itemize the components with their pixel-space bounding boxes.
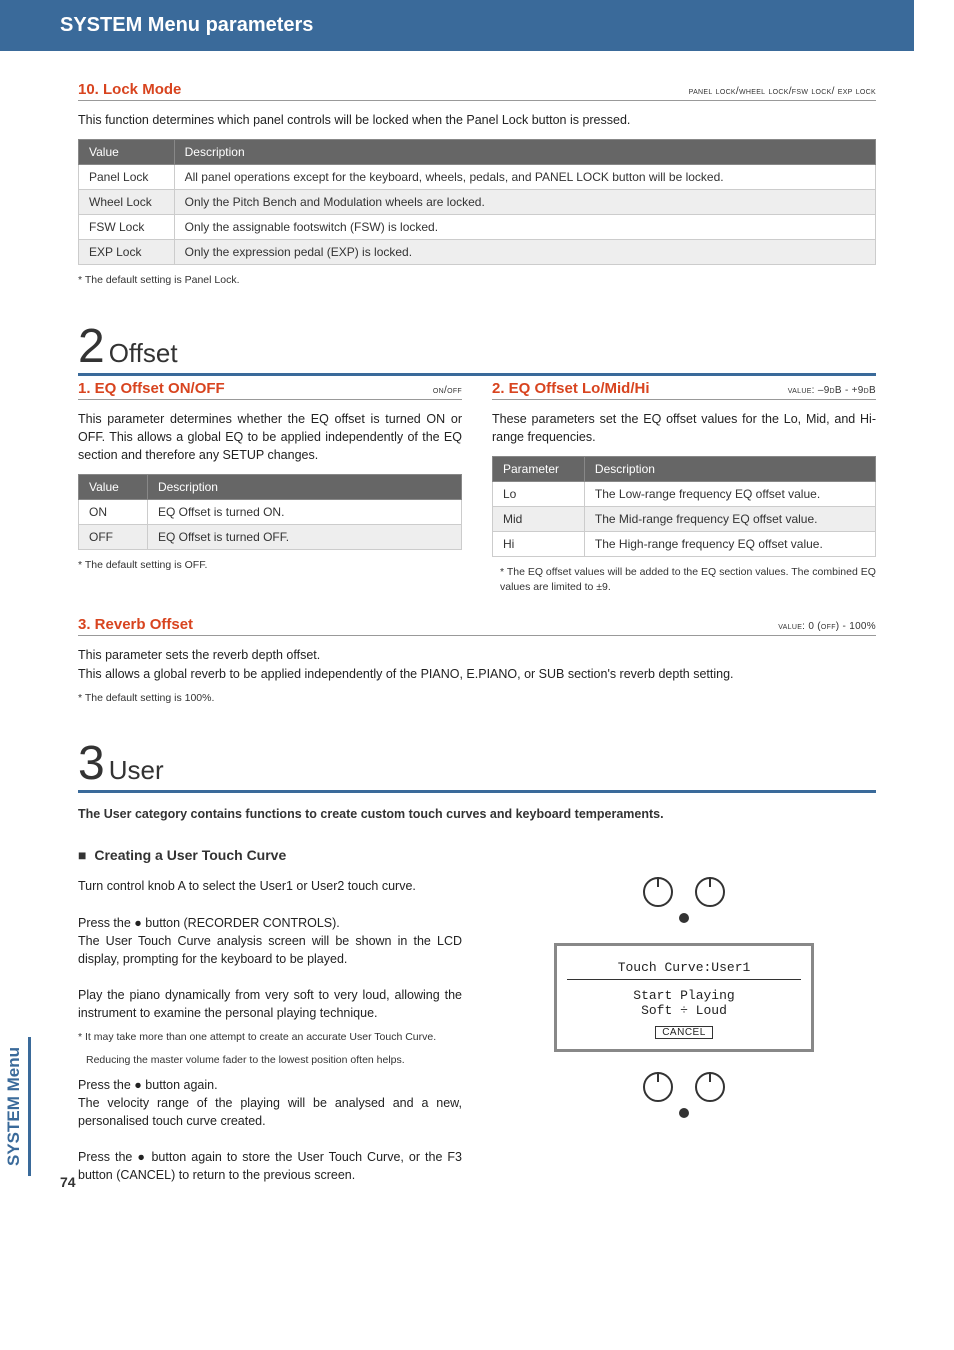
lock-mode-table: Value Description Panel LockAll panel op…: [78, 139, 876, 265]
section-3-title: User: [109, 755, 164, 790]
page-header: SYSTEM Menu parameters: [0, 0, 914, 51]
param-10-range: panel lock/wheel lock/fsw lock/ exp lock: [689, 86, 876, 97]
param-2-1-range: on/off: [433, 385, 462, 396]
th-desc: Description: [174, 140, 875, 165]
table-row: OFFEQ Offset is turned OFF.: [79, 525, 462, 550]
side-tab: SYSTEM Menu: [0, 1037, 31, 1176]
param-10-footnote: * The default setting is Panel Lock.: [78, 273, 876, 288]
lcd-line2: Start Playing: [567, 988, 801, 1003]
th-desc: Description: [584, 457, 875, 482]
step-g: Press the ● button again to store the Us…: [78, 1148, 462, 1184]
knob-rec-group-1: [643, 877, 725, 923]
eq-onoff-table: Value Description ONEQ Offset is turned …: [78, 474, 462, 550]
table-row: Panel LockAll panel operations except fo…: [79, 165, 876, 190]
table-row: EXP LockOnly the expression pedal (EXP) …: [79, 240, 876, 265]
param-2-2-title: 2. EQ Offset Lo/Mid/Hi: [492, 380, 650, 397]
th-value: Value: [79, 140, 175, 165]
user-touch-subhead: Creating a User Touch Curve: [78, 847, 876, 863]
table-row: LoThe Low-range frequency EQ offset valu…: [493, 482, 876, 507]
section-2-title: Offset: [109, 338, 178, 373]
step-e: Press the ● button again.: [78, 1076, 462, 1094]
param-2-3-body1: This parameter sets the reverb depth off…: [78, 646, 876, 664]
th-desc: Description: [147, 475, 461, 500]
step-a: Turn control knob A to select the User1 …: [78, 877, 462, 895]
param-2-3-head: 3. Reverb Offset value: 0 (off) - 100%: [78, 616, 876, 636]
lcd-line3: Soft ÷ Loud: [567, 1003, 801, 1018]
section-3-header: 3 User: [78, 740, 876, 793]
param-2-3-title: 3. Reverb Offset: [78, 616, 193, 633]
param-2-1-title: 1. EQ Offset ON/OFF: [78, 380, 225, 397]
table-row: MidThe Mid-range frequency EQ offset val…: [493, 507, 876, 532]
step-note2: Reducing the master volume fader to the …: [78, 1053, 462, 1068]
step-b: Press the ● button (RECORDER CONTROLS).: [78, 914, 462, 932]
table-row: ONEQ Offset is turned ON.: [79, 500, 462, 525]
param-2-3-footnote: * The default setting is 100%.: [78, 691, 876, 706]
lcd-cancel-button: CANCEL: [655, 1026, 713, 1039]
record-dot-icon: [679, 1108, 689, 1118]
section-3-intro: The User category contains functions to …: [78, 807, 876, 821]
table-row: HiThe High-range frequency EQ offset val…: [493, 532, 876, 557]
step-d: Play the piano dynamically from very sof…: [78, 986, 462, 1022]
header-title: SYSTEM Menu parameters: [60, 14, 313, 36]
eq-lomidhi-table: Parameter Description LoThe Low-range fr…: [492, 456, 876, 557]
param-2-1-head: 1. EQ Offset ON/OFF on/off: [78, 380, 462, 400]
knob-icon: [643, 877, 673, 907]
param-2-2-body: These parameters set the EQ offset value…: [492, 410, 876, 446]
step-c: The User Touch Curve analysis screen wil…: [78, 932, 462, 968]
lcd-screen: Touch Curve:User1 Start Playing Soft ÷ L…: [554, 943, 814, 1052]
th-value: Value: [79, 475, 148, 500]
param-10-intro: This function determines which panel con…: [78, 111, 876, 129]
table-row: Wheel LockOnly the Pitch Bench and Modul…: [79, 190, 876, 215]
knob-icon: [695, 877, 725, 907]
param-2-2-head: 2. EQ Offset Lo/Mid/Hi value: –9dB - +9d…: [492, 380, 876, 400]
param-2-2-footnote: * The EQ offset values will be added to …: [492, 565, 876, 594]
knob-icon: [695, 1072, 725, 1102]
table-row: FSW LockOnly the assignable footswitch (…: [79, 215, 876, 240]
knob-icon: [643, 1072, 673, 1102]
param-2-3-range: value: 0 (off) - 100%: [778, 621, 876, 632]
section-2-num: 2: [78, 323, 105, 371]
knob-rec-group-2: [643, 1072, 725, 1118]
step-f: The velocity range of the playing will b…: [78, 1094, 462, 1130]
param-2-3-body2: This allows a global reverb to be applie…: [78, 665, 876, 683]
param-2-1-body: This parameter determines whether the EQ…: [78, 410, 462, 464]
param-10-title: 10. Lock Mode: [78, 81, 181, 98]
record-dot-icon: [679, 913, 689, 923]
param-10-head: 10. Lock Mode panel lock/wheel lock/fsw …: [78, 81, 876, 101]
step-note1: * It may take more than one attempt to c…: [78, 1030, 462, 1045]
section-2-header: 2 Offset: [78, 323, 876, 376]
param-2-1-footnote: * The default setting is OFF.: [78, 558, 462, 573]
page-number: 74: [60, 1174, 76, 1190]
th-param: Parameter: [493, 457, 585, 482]
section-3-num: 3: [78, 740, 105, 788]
lcd-line1: Touch Curve:User1: [567, 960, 801, 980]
param-2-2-range: value: –9dB - +9dB: [788, 385, 876, 396]
